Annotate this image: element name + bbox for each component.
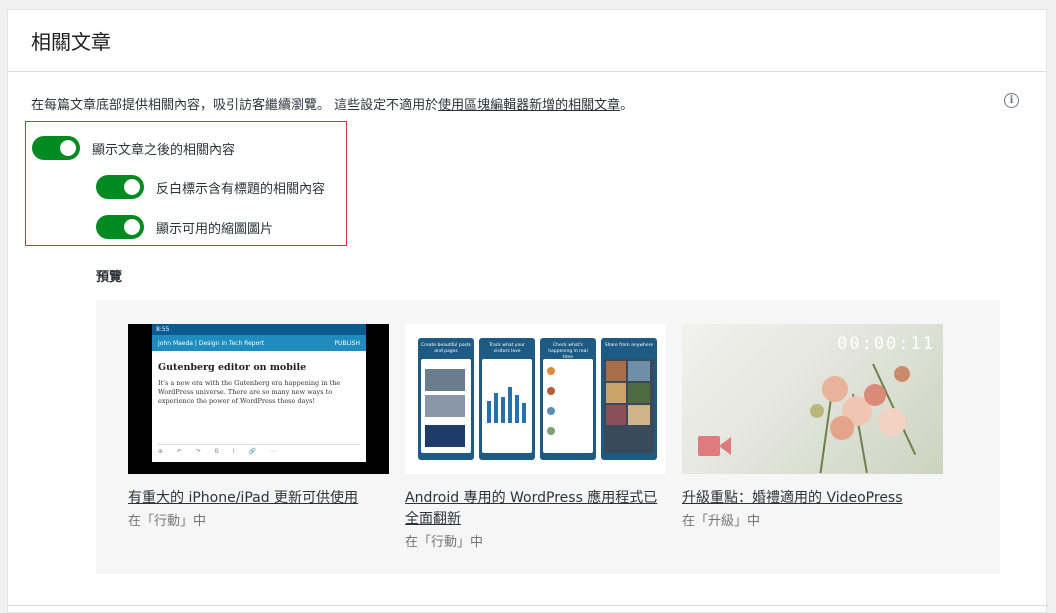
screenshot-caption: Share from anywhere <box>604 343 654 348</box>
page-title: 相關文章 <box>31 30 111 54</box>
phone-screenshot: 8:55 John Maeda | Design in Tech Report … <box>152 324 366 462</box>
phone-status-bar: 8:55 <box>152 324 366 335</box>
app-bar-title: John Maeda | Design in Tech Report <box>158 339 265 347</box>
toggle-knob <box>60 140 76 156</box>
avatar <box>547 407 555 415</box>
thumbnails-toggle[interactable] <box>96 215 144 239</box>
screenshot-screen <box>604 359 654 453</box>
toggle-knob <box>124 219 140 235</box>
screenshot-screen <box>421 359 471 453</box>
app-bar-action: PUBLISH <box>334 339 360 347</box>
screenshot-caption: Check what's happening in real time <box>548 343 588 360</box>
stats-bar <box>515 395 519 423</box>
preview-item-title[interactable]: 有重大的 iPhone/iPad 更新可供使用 <box>128 488 389 509</box>
app-screenshot-3: Check what's happening in real time <box>540 338 596 460</box>
highlight-headings-label: 反白標示含有標題的相關內容 <box>156 181 326 197</box>
preview-item-meta: 在「行動」中 <box>128 514 207 529</box>
stats-bar <box>487 401 491 423</box>
flower <box>822 376 848 402</box>
screenshot-photo <box>425 395 465 417</box>
stats-bar <box>522 403 526 423</box>
grid-photo <box>628 361 650 381</box>
doc-heading: Gutenberg editor on mobile <box>158 362 307 373</box>
grid-photo <box>628 405 650 425</box>
preview-label: 預覽 <box>96 270 123 285</box>
grid-photo <box>628 383 650 403</box>
grid-photo <box>606 361 626 381</box>
avatar <box>547 367 555 375</box>
thumbnails-label: 顯示可用的縮圖圖片 <box>156 221 274 237</box>
related-posts-card: 相關文章 在每篇文章底部提供相關內容，吸引訪客繼續瀏覽。 這些設定不適用於使用區… <box>7 9 1048 613</box>
preview-thumbnail-3[interactable]: 00:00:11 <box>682 324 943 474</box>
preview-item-meta: 在「升級」中 <box>682 514 761 529</box>
toggle-row-highlight-headings: 反白標示含有標題的相關內容 <box>96 175 325 199</box>
avatar <box>547 387 555 395</box>
video-camera-icon <box>698 436 720 456</box>
stats-bar <box>508 387 512 423</box>
stats-bar <box>501 397 505 423</box>
preview-item-title[interactable]: 升級重點：婚禮適用的 VideoPress <box>682 488 943 509</box>
preview-thumbnail-2[interactable]: Create beautiful posts and pages Track w… <box>405 324 666 474</box>
screenshot-photo <box>425 369 465 391</box>
video-timer: 00:00:11 <box>837 334 935 354</box>
preview-item-title[interactable]: Android 專用的 WordPress 應用程式已全面翻新 <box>405 488 666 530</box>
footer-divider <box>8 605 1048 606</box>
grid-photo <box>606 405 626 425</box>
flower <box>810 404 824 418</box>
preview-item-2: Create beautiful posts and pages Track w… <box>405 324 666 550</box>
flower <box>894 366 910 382</box>
preview-item-3: 00:00:11 升級重點：婚禮適用的 VideoPress 在「升級」中 <box>682 324 943 529</box>
flower <box>830 416 854 440</box>
card-header: 相關文章 <box>8 10 1046 72</box>
doc-paragraph: It's a new era with the Gutenberg era ha… <box>158 379 341 405</box>
toggle-knob <box>124 179 140 195</box>
show-related-toggle[interactable] <box>32 136 80 160</box>
editor-toolbar: ⊕ ↶ ↷ B I 🔗 ⋯ <box>158 444 360 456</box>
show-related-label: 顯示文章之後的相關內容 <box>92 142 236 158</box>
preview-item-1: 8:55 John Maeda | Design in Tech Report … <box>128 324 389 529</box>
screenshot-screen <box>543 359 593 453</box>
app-screenshot-1: Create beautiful posts and pages <box>418 338 474 460</box>
flower <box>878 408 906 436</box>
screenshot-photo <box>425 425 465 447</box>
toggle-row-show-related: 顯示文章之後的相關內容 <box>32 136 235 160</box>
info-icon[interactable]: i <box>1004 93 1019 108</box>
stats-bar <box>494 393 498 423</box>
video-camera-icon-lens <box>719 437 731 455</box>
app-screenshot-4: Share from anywhere <box>601 338 657 460</box>
preview-thumbnail-1[interactable]: 8:55 John Maeda | Design in Tech Report … <box>128 324 389 474</box>
description: 在每篇文章底部提供相關內容，吸引訪客繼續瀏覽。 這些設定不適用於使用區塊編輯器新… <box>31 94 633 113</box>
screenshot-caption: Create beautiful posts and pages <box>421 343 471 354</box>
screenshot-screen <box>482 359 532 453</box>
phone-app-bar: John Maeda | Design in Tech Report PUBLI… <box>152 335 366 351</box>
flower <box>864 384 886 406</box>
toggle-row-thumbnails: 顯示可用的縮圖圖片 <box>96 215 273 239</box>
avatar <box>547 427 555 435</box>
description-text: 在每篇文章底部提供相關內容，吸引訪客繼續瀏覽。 這些設定不適用於 <box>31 98 439 113</box>
description-suffix: 。 <box>620 98 634 113</box>
highlight-headings-toggle[interactable] <box>96 175 144 199</box>
preview-box: 8:55 John Maeda | Design in Tech Report … <box>96 300 1000 574</box>
block-editor-related-posts-link[interactable]: 使用區塊編輯器新增的相關文章 <box>438 98 620 113</box>
grid-photo <box>606 383 626 403</box>
screenshot-caption: Track what your visitors love <box>489 343 525 354</box>
preview-item-meta: 在「行動」中 <box>405 535 484 550</box>
app-screenshot-2: Track what your visitors love <box>479 338 535 460</box>
